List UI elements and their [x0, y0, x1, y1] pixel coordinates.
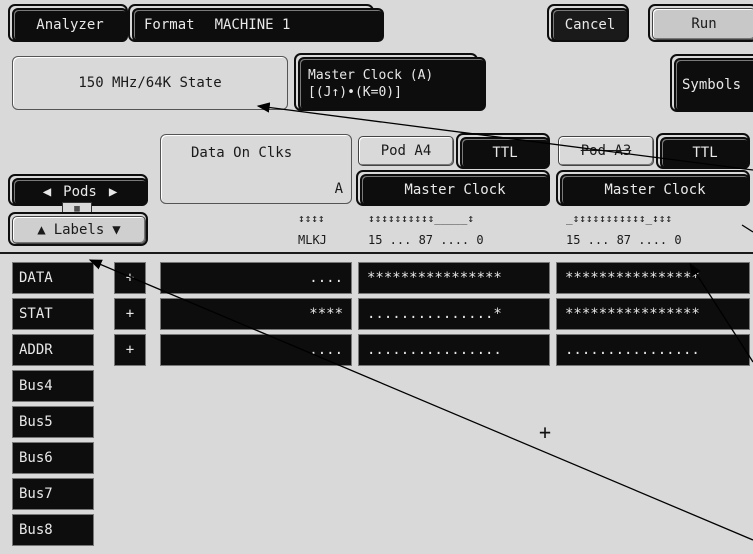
- annotation-arrows: [88, 102, 753, 541]
- arrow-to-data-label: [88, 259, 753, 541]
- arrow-to-mode-panel: [256, 102, 753, 171]
- arrow-to-pod-a3: [741, 224, 753, 233]
- arrow-to-a3-data: [689, 262, 753, 363]
